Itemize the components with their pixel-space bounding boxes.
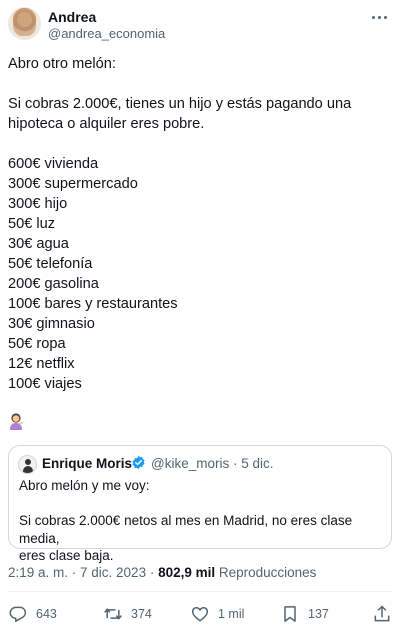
quoted-line: Abro melón y me voy: (19, 478, 150, 493)
tweet-line: 100€ bares y restaurantes (8, 296, 178, 312)
tweet-meta: 2:19 a. m. · 7 dic. 2023 · 802,9 mil Rep… (8, 565, 316, 580)
tweet-line: 600€ vivienda (8, 156, 99, 172)
verified-badge-icon (132, 455, 145, 470)
tweet-line: 30€ gimnasio (8, 316, 95, 332)
tweet-line: 50€ ropa (8, 336, 66, 352)
tweet-line: 30€ agua (8, 236, 69, 252)
bookmark-icon (284, 606, 296, 622)
bookmark-button[interactable]: 137 (280, 602, 329, 626)
share-button[interactable] (372, 602, 392, 626)
quoted-author-name[interactable]: Enrique Moris (42, 456, 132, 471)
tweet-line: 100€ viajes (8, 376, 82, 392)
tweet-line: Si cobras 2.000€, tienes un hijo y estás… (8, 96, 352, 112)
reply-icon (9, 606, 27, 622)
tweet-line: Abro otro melón: (8, 56, 116, 72)
quoted-tweet-text: Abro melón y me voy: Si cobras 2.000€ ne… (19, 477, 385, 565)
tweet-line: 300€ supermercado (8, 176, 138, 192)
tweet-line: 200€ gasolina (8, 276, 99, 292)
tweet-line: 50€ telefonía (8, 256, 93, 272)
repost-icon (104, 608, 122, 620)
quoted-line: Si cobras 2.000€ netos al mes en Madrid,… (19, 513, 353, 546)
like-count: 1 mil (218, 607, 245, 621)
author-handle[interactable]: @andrea_economia (48, 26, 165, 41)
quoted-line: eres clase baja. (19, 548, 114, 563)
divider (8, 591, 392, 592)
bookmark-count: 137 (308, 607, 329, 621)
quoted-tweet-card[interactable]: Enrique Moris @kike_moris · 5 dic. Abro … (8, 445, 392, 563)
author-avatar[interactable] (8, 7, 41, 40)
woman-tipping-hand-emoji-icon (10, 413, 24, 430)
reply-button[interactable]: 643 (8, 602, 57, 626)
tweet-line: hipoteca o alquiler eres pobre. (8, 116, 205, 132)
views-label: Reproducciones (215, 565, 317, 580)
reply-count: 643 (36, 607, 57, 621)
tweet-header: Andrea @andrea_economia (8, 7, 392, 43)
timestamp[interactable]: 2:19 a. m. · 7 dic. 2023 · (8, 565, 158, 580)
tweet-line (8, 74, 392, 94)
quoted-author-avatar[interactable] (18, 455, 37, 474)
author-name[interactable]: Andrea (48, 9, 96, 25)
like-button[interactable]: 1 mil (190, 602, 244, 626)
repost-button[interactable]: 374 (103, 602, 152, 626)
heart-icon (191, 607, 209, 622)
tweet-text: Abro otro melón: Si cobras 2.000€, tiene… (8, 54, 392, 394)
tweet-line: 300€ hijo (8, 196, 68, 212)
tweet-line: 50€ luz (8, 216, 56, 232)
quoted-author-handle[interactable]: @kike_moris · 5 dic. (151, 456, 273, 471)
quoted-line (19, 495, 385, 513)
action-bar: 643 374 1 mil 137 (0, 602, 400, 628)
share-icon (374, 605, 390, 622)
views-count: 802,9 mil (158, 565, 216, 580)
repost-count: 374 (131, 607, 152, 621)
more-options-icon[interactable] (370, 10, 388, 24)
tweet-line (8, 134, 392, 154)
tweet-line: 12€ netflix (8, 356, 75, 372)
